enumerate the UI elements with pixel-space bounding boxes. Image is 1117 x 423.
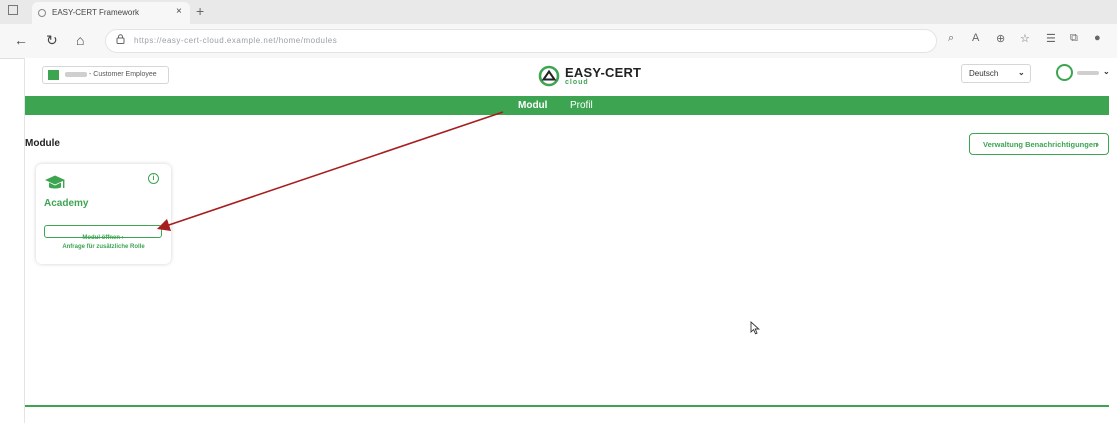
browser-window: EASY-CERT Framework × + ← ↻ ⌂ https://ea… — [0, 0, 1117, 423]
annotation-arrow — [156, 111, 504, 231]
